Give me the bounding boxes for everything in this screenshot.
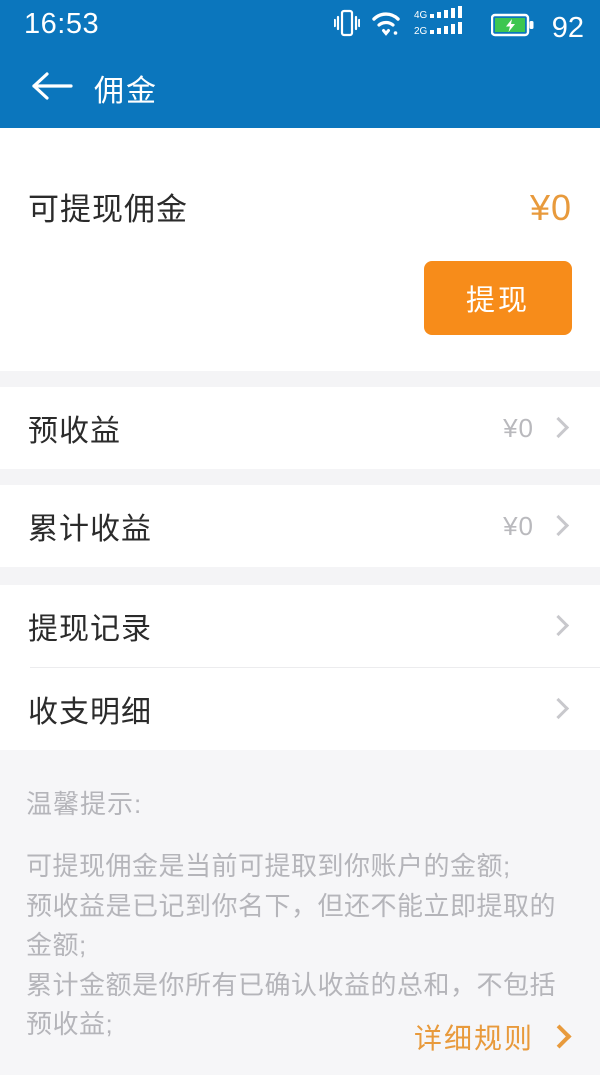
tips-body: 可提现佣金是当前可提取到你账户的金额; 预收益是已记到你名下，但还不能立即提取的…: [26, 851, 557, 1040]
earnings-list-group: 预收益 ¥0: [0, 387, 600, 469]
app-screen: 16:53 4G 2G 92 佣金 可提现佣金 ¥0 提现 预收益 ¥0 累计收…: [0, 0, 600, 1075]
cumulative-list-group: 累计收益 ¥0: [0, 485, 600, 567]
detailed-rules-label: 详细规则: [413, 1023, 534, 1054]
status-bar-icons: 4G 2G 92: [333, 5, 584, 44]
section-divider-1: [0, 371, 600, 387]
list-item-label: 收支明细: [28, 696, 152, 729]
withdrawable-balance-card: 可提现佣金 ¥0 提现: [0, 128, 600, 371]
tips-section: 温馨提示: 可提现佣金是当前可提取到你账户的金额; 预收益是已记到你名下，但还不…: [0, 750, 600, 1075]
svg-text:4G: 4G: [414, 10, 428, 21]
chevron-right-icon: [548, 615, 570, 637]
balance-label: 可提现佣金: [28, 192, 188, 227]
list-item-transaction-details[interactable]: 收支明细: [0, 668, 600, 750]
back-button[interactable]: [28, 64, 76, 112]
records-list-group: 提现记录 收支明细: [0, 585, 600, 750]
battery-percentage: 92: [551, 11, 584, 44]
page-title: 佣金: [94, 75, 158, 108]
chevron-right-icon: [548, 417, 570, 439]
battery-charging-icon: [490, 12, 535, 43]
list-item-value: ¥0: [503, 412, 534, 443]
chevron-right-icon: [548, 698, 570, 720]
status-bar: 16:53 4G 2G 92: [0, 0, 600, 48]
status-bar-clock: 16:53: [24, 7, 100, 40]
chevron-right-icon: [548, 515, 570, 537]
section-divider-2: [0, 469, 600, 485]
list-item-label: 累计收益: [28, 513, 152, 546]
wifi-icon: [371, 8, 403, 43]
detailed-rules-link[interactable]: 详细规则: [414, 1017, 572, 1057]
tips-title: 温馨提示:: [26, 789, 143, 819]
balance-amount: ¥0: [529, 187, 572, 228]
list-item-value: ¥0: [503, 510, 534, 541]
arrow-left-icon: [30, 69, 74, 108]
signal-bars-icon: 4G 2G: [414, 5, 480, 43]
section-divider-3: [0, 567, 600, 585]
vibrate-icon: [333, 8, 361, 43]
withdraw-button[interactable]: 提现: [424, 261, 572, 335]
list-item-cumulative-earnings[interactable]: 累计收益 ¥0: [0, 485, 600, 567]
svg-text:2G: 2G: [414, 26, 428, 37]
header-bar: 佣金: [0, 48, 600, 128]
chevron-right-icon: [548, 1025, 572, 1049]
balance-row: 可提现佣金 ¥0: [28, 128, 572, 229]
withdraw-button-wrap: 提现: [28, 261, 572, 335]
list-item-label: 预收益: [28, 415, 121, 448]
list-item-withdraw-records[interactable]: 提现记录: [0, 585, 600, 667]
list-item-label: 提现记录: [28, 613, 152, 646]
list-item-expected-earnings[interactable]: 预收益 ¥0: [0, 387, 600, 469]
